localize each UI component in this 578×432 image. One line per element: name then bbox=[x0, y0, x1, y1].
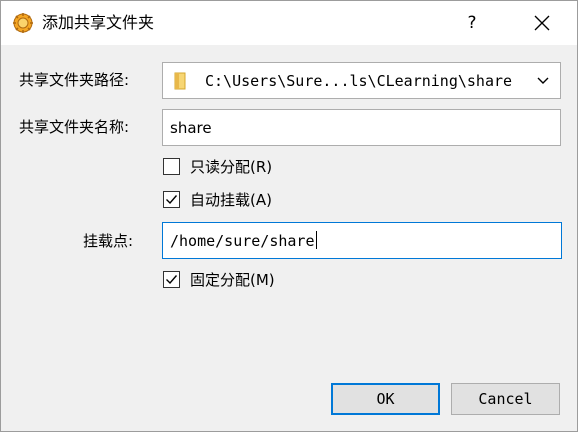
mountpoint-label: 挂载点: bbox=[83, 232, 134, 250]
permanent-checkbox[interactable] bbox=[163, 271, 180, 288]
permanent-label: 固定分配(M) bbox=[190, 271, 275, 289]
window-title: 添加共享文件夹 bbox=[42, 13, 155, 32]
automount-checkbox[interactable] bbox=[163, 191, 180, 208]
ok-button[interactable]: OK bbox=[331, 383, 440, 415]
mountpoint-text: /home/sure/share bbox=[170, 230, 317, 252]
cancel-button[interactable]: Cancel bbox=[451, 383, 560, 415]
folder-name-input[interactable]: share bbox=[162, 109, 561, 146]
readonly-checkbox[interactable] bbox=[163, 158, 180, 175]
readonly-label: 只读分配(R) bbox=[190, 158, 273, 176]
virtualbox-app-icon bbox=[13, 13, 33, 33]
title-bar: 添加共享文件夹 ? bbox=[1, 1, 577, 45]
help-button[interactable]: ? bbox=[457, 9, 487, 37]
folder-name-value: share bbox=[170, 119, 212, 137]
checkmark-icon bbox=[166, 195, 178, 205]
text-caret bbox=[315, 231, 317, 249]
close-icon bbox=[534, 15, 550, 31]
chevron-down-icon[interactable] bbox=[536, 75, 550, 87]
checkmark-icon bbox=[166, 275, 178, 285]
folder-icon bbox=[174, 72, 186, 90]
mountpoint-value: /home/sure/share bbox=[170, 232, 315, 250]
folder-name-label: 共享文件夹名称: bbox=[19, 118, 130, 136]
automount-label: 自动挂载(A) bbox=[190, 191, 272, 209]
mountpoint-input[interactable]: /home/sure/share bbox=[162, 222, 562, 259]
add-shared-folder-dialog: 添加共享文件夹 ? 共享文件夹路径: C:\Users\Sure...ls\CL… bbox=[0, 0, 578, 432]
folder-path-value: C:\Users\Sure...ls\CLearning\share bbox=[205, 72, 513, 90]
folder-path-label: 共享文件夹路径: bbox=[19, 71, 130, 89]
close-button[interactable] bbox=[527, 9, 557, 37]
folder-path-combobox[interactable]: C:\Users\Sure...ls\CLearning\share bbox=[162, 62, 561, 99]
